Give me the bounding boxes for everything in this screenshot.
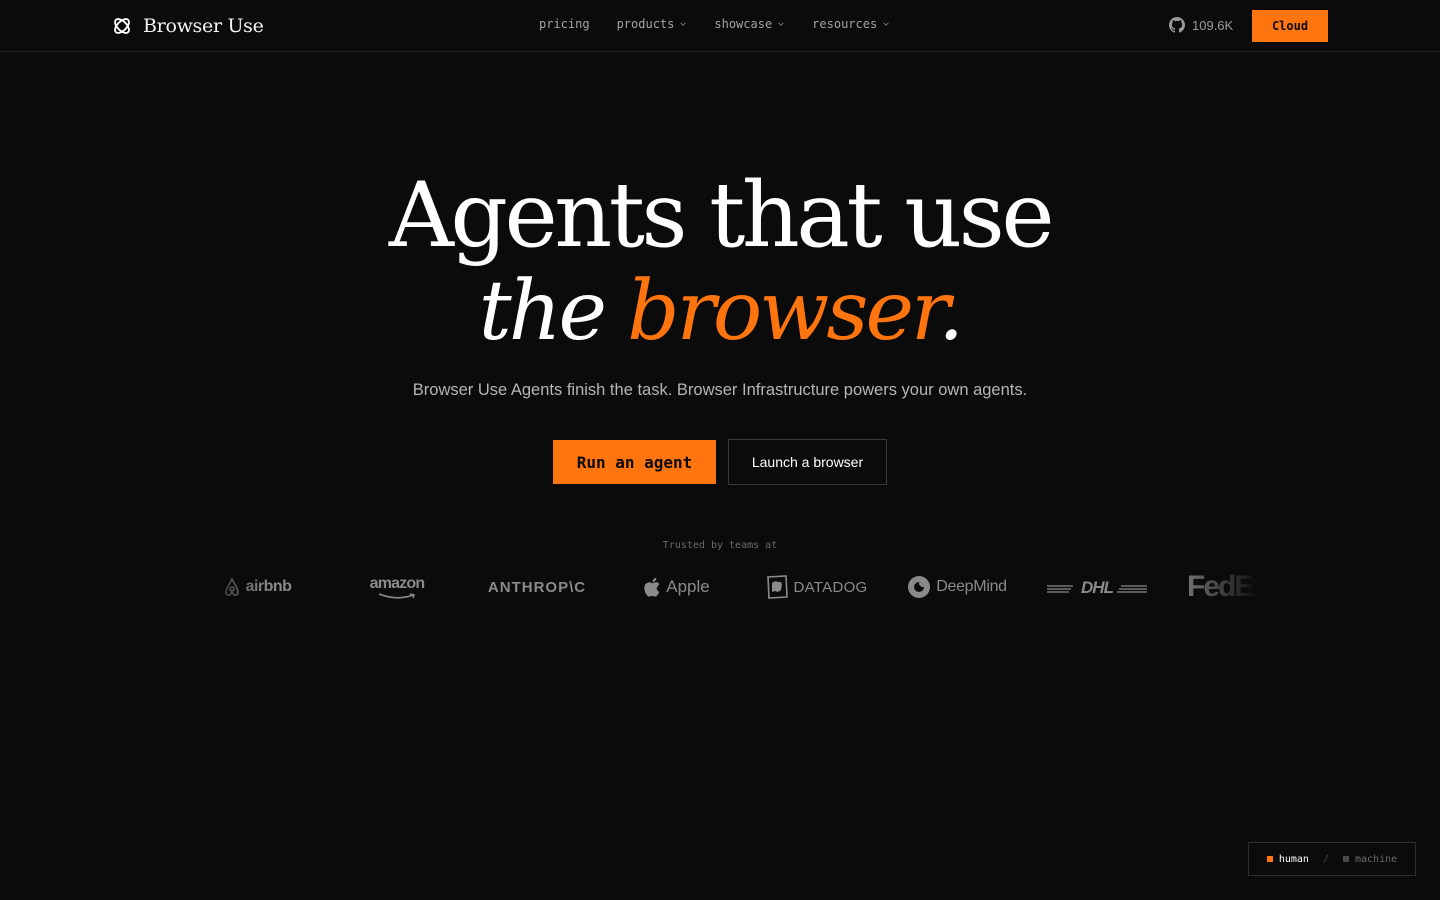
apple-logo-text: Apple — [666, 577, 710, 596]
nav-products-label: products — [616, 17, 675, 31]
cloud-button[interactable]: Cloud — [1252, 10, 1328, 42]
mode-toggle: human / machine — [1248, 842, 1416, 876]
github-stars-link[interactable]: 109.6K — [1169, 17, 1233, 33]
mode-inactive-indicator — [1342, 856, 1349, 862]
deepmind-icon — [908, 576, 931, 598]
chevron-down-icon — [883, 22, 889, 26]
trusted-by-label: Trusted by teams at — [662, 540, 778, 551]
hero-subtitle: Browser Use Agents finish the task. Brow… — [412, 381, 1028, 399]
hero-title: Agents that use — [388, 163, 1055, 268]
mode-machine-option[interactable]: machine — [1342, 853, 1398, 865]
brand-logo-link[interactable]: Browser Use — [111, 13, 264, 39]
github-star-count: 109.6K — [1192, 17, 1234, 33]
fedex-logo: FedEx — [1167, 566, 1260, 608]
main-nav: pricing products showcase resources — [539, 17, 890, 31]
top-navbar: Browser Use pricing products showcase re… — [0, 0, 1440, 52]
mode-active-indicator — [1266, 856, 1273, 862]
hero-title-line2: the browser. — [0, 262, 1440, 362]
nav-pricing[interactable]: pricing — [539, 17, 590, 31]
launch-browser-button[interactable]: Launch a browser — [728, 439, 887, 485]
chevron-down-icon — [778, 22, 784, 26]
fedex-logo-text: FedEx — [1187, 570, 1260, 603]
run-agent-button[interactable]: Run an agent — [553, 440, 716, 484]
hero-period: . — [938, 264, 964, 359]
mode-human-option[interactable]: human — [1266, 853, 1309, 865]
datadog-logo: DATADOG — [747, 566, 887, 608]
brand-name: Browser Use — [143, 15, 264, 37]
amazon-logo: amazon — [327, 566, 467, 608]
dhl-logo-text: DHL — [1081, 578, 1114, 597]
airbnb-logo-text: airbnb — [245, 578, 292, 595]
nav-products[interactable]: products — [617, 17, 688, 31]
hero-word-the: the — [478, 264, 607, 359]
dhl-logo: DHL — [1027, 566, 1167, 608]
deepmind-logo-text: DeepMind — [936, 578, 1007, 595]
airbnb-icon — [224, 577, 239, 596]
deepmind-logo: DeepMind — [887, 566, 1027, 608]
dhl-logo-mark: DHL — [1047, 578, 1147, 597]
github-icon — [1169, 17, 1185, 33]
nav-showcase-label: showcase — [714, 17, 773, 31]
logo-strip: airbnb amazon ANTHROP\C Apple DATADOG De… — [180, 566, 1260, 608]
browser-use-logo-icon — [114, 18, 130, 34]
datadog-icon — [767, 575, 789, 599]
mode-machine-label: machine — [1354, 853, 1398, 865]
datadog-logo-text: DATADOG — [793, 578, 868, 596]
chevron-down-icon — [680, 22, 687, 26]
anthropic-logo: ANTHROP\C — [467, 566, 607, 608]
amazon-logo-text: amazon — [369, 574, 426, 592]
mode-separator: / — [1322, 853, 1329, 865]
apple-logo: Apple — [607, 566, 747, 608]
nav-pricing-label: pricing — [539, 17, 590, 31]
anthropic-logo-text: ANTHROP\C — [487, 578, 587, 596]
nav-resources-label: resources — [812, 17, 878, 31]
apple-icon — [644, 577, 660, 597]
nav-showcase[interactable]: showcase — [714, 17, 785, 31]
mode-human-label: human — [1278, 853, 1309, 865]
amazon-smile-icon — [378, 592, 416, 599]
airbnb-logo: airbnb — [187, 566, 327, 608]
hero-word-browser: browser — [627, 264, 941, 359]
nav-resources[interactable]: resources — [812, 17, 890, 31]
